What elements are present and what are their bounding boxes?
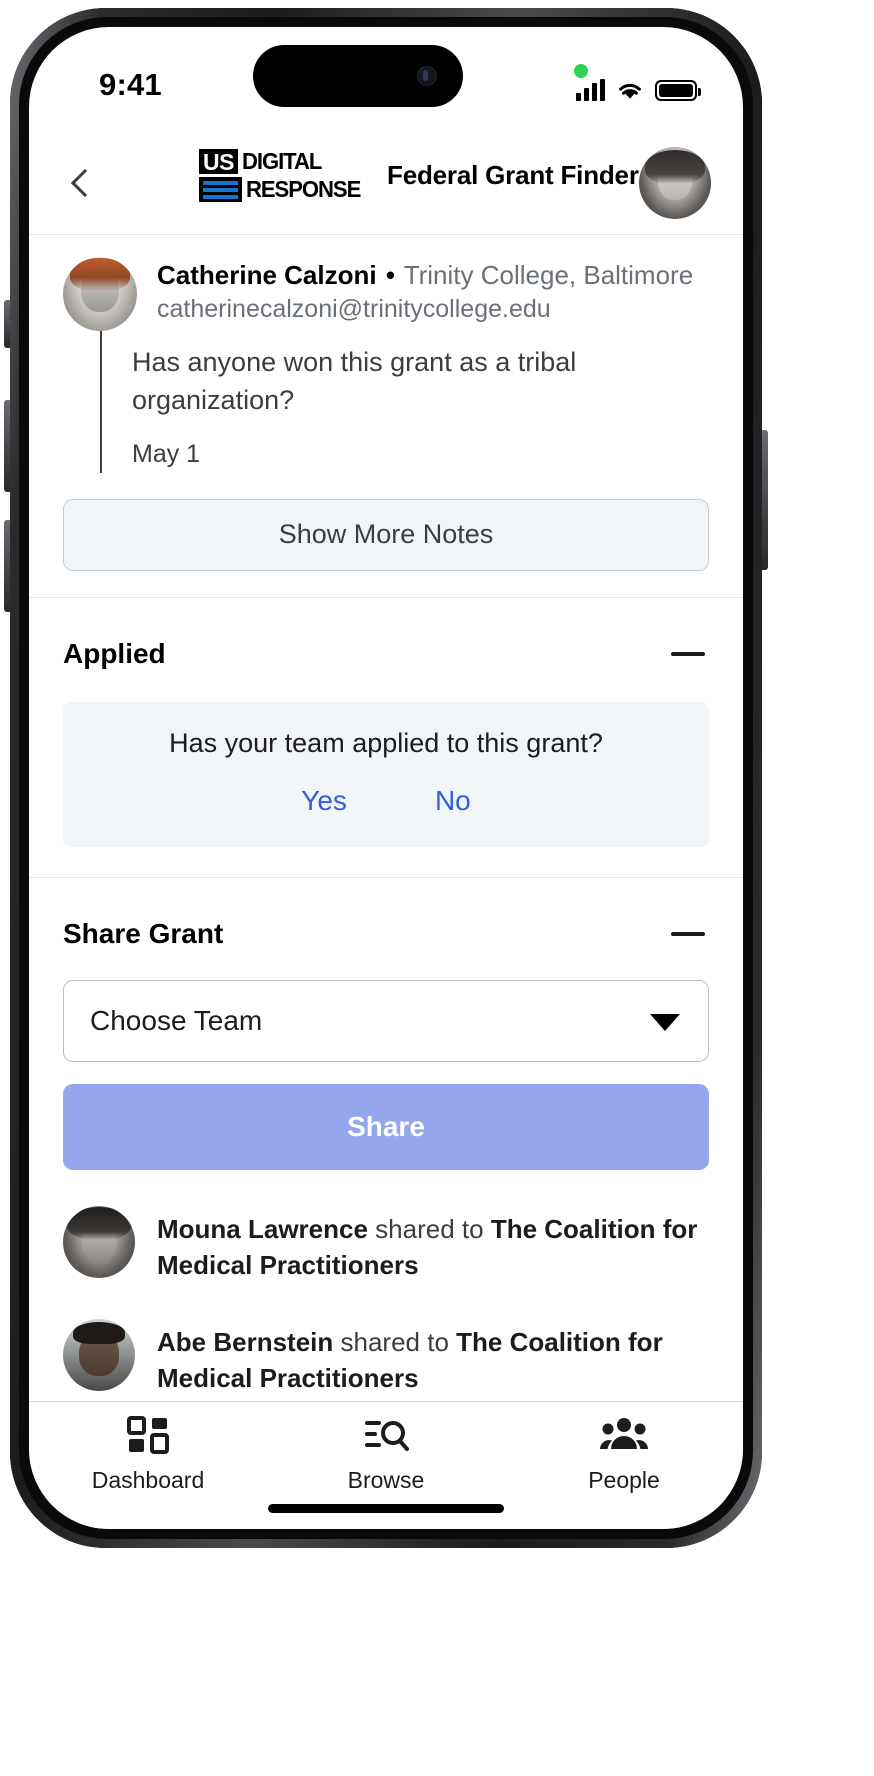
status-clock: 9:41: [99, 67, 162, 102]
usdr-logo-line1: DIGITAL: [241, 148, 322, 174]
back-button[interactable]: [59, 157, 111, 209]
note-author-email: catherinecalzoni@trinitycollege.edu: [157, 294, 551, 323]
recording-dot-icon: [574, 64, 588, 78]
list-search-icon: [365, 1421, 409, 1451]
share-section-title: Share Grant: [63, 917, 224, 949]
app-header: US DIGITAL RESPONSE Federal Grant Finder: [29, 131, 743, 235]
usdr-logo-stripes-icon: [199, 177, 242, 202]
page-title: Federal Grant Finder: [387, 160, 639, 191]
status-bar: 9:41: [29, 27, 743, 131]
usdr-logo: US DIGITAL RESPONSE: [199, 149, 365, 202]
home-indicator[interactable]: [268, 1504, 504, 1513]
note-author-org: Trinity College, Baltimore: [403, 260, 694, 290]
choose-team-select[interactable]: Choose Team: [63, 979, 709, 1062]
show-more-notes-button[interactable]: Show More Notes: [63, 498, 709, 571]
minus-icon[interactable]: [671, 931, 705, 936]
brand-block: US DIGITAL RESPONSE Federal Grant Finder: [199, 149, 639, 202]
note-author-avatar: [63, 257, 137, 331]
minus-icon[interactable]: [671, 651, 705, 656]
applied-section-header[interactable]: Applied: [63, 624, 709, 684]
note-author-name: Catherine Calzoni: [157, 260, 377, 290]
grid-dashboard-icon: [127, 1416, 169, 1454]
tab-people-label: People: [588, 1467, 660, 1493]
list-item: Abe Bernstein shared to The Coalition fo…: [63, 1319, 709, 1397]
applied-question-card: Has your team applied to this grant? Yes…: [63, 701, 709, 847]
chevron-down-icon: [650, 1013, 680, 1031]
note-section: Catherine Calzoni • Trinity College, Bal…: [29, 235, 743, 598]
applied-yes-link[interactable]: Yes: [301, 785, 347, 817]
chevron-left-icon: [70, 168, 100, 198]
share-section-header[interactable]: Share Grant: [63, 904, 709, 964]
usdr-logo-line2: RESPONSE: [246, 176, 361, 203]
bottom-tab-bar: Dashboard Browse People: [29, 1401, 743, 1529]
tab-browse-label: Browse: [347, 1467, 425, 1493]
applied-section: Applied Has your team applied to this gr…: [29, 598, 743, 878]
note-separator: •: [385, 260, 395, 290]
list-item: Mouna Lawrence shared to The Coalition f…: [63, 1205, 709, 1284]
note-text: Has anyone won this grant as a tribal or…: [132, 347, 577, 416]
share-action-text: shared to: [375, 1213, 484, 1244]
dynamic-island: [253, 45, 463, 107]
usdr-logo-badge: US: [199, 149, 238, 174]
share-action-text: shared to: [340, 1327, 449, 1358]
choose-team-value: Choose Team: [90, 1004, 263, 1036]
note-date: May 1: [132, 439, 201, 468]
share-button[interactable]: Share: [63, 1083, 709, 1170]
cellular-signal-icon: [576, 79, 605, 101]
wifi-icon: [616, 79, 644, 101]
applied-section-title: Applied: [63, 637, 166, 669]
people-group-icon: [600, 1418, 648, 1449]
front-camera-icon: [417, 66, 437, 86]
applied-question-text: Has your team applied to this grant?: [169, 727, 603, 758]
share-grant-section: Share Grant Choose Team Share Mouna Lawr…: [29, 878, 743, 1405]
screenshot-root: 9:41 US DIGITAL RESPONSE Federal Grant F…: [0, 0, 874, 1776]
phone-screen: 9:41 US DIGITAL RESPONSE Federal Grant F…: [29, 27, 743, 1529]
share-person-avatar: [63, 1319, 135, 1392]
tab-dashboard[interactable]: Dashboard: [29, 1402, 267, 1529]
avatar[interactable]: [639, 147, 711, 219]
share-person-avatar: [63, 1205, 135, 1278]
tab-people[interactable]: People: [505, 1402, 743, 1529]
content-scroll[interactable]: Catherine Calzoni • Trinity College, Bal…: [29, 235, 743, 1405]
tab-dashboard-label: Dashboard: [91, 1467, 205, 1493]
note-body: Has anyone won this grant as a tribal or…: [100, 331, 709, 473]
share-person-name: Mouna Lawrence: [157, 1213, 368, 1244]
applied-no-link[interactable]: No: [435, 785, 471, 817]
share-person-name: Abe Bernstein: [157, 1327, 334, 1358]
battery-icon: [655, 80, 701, 101]
